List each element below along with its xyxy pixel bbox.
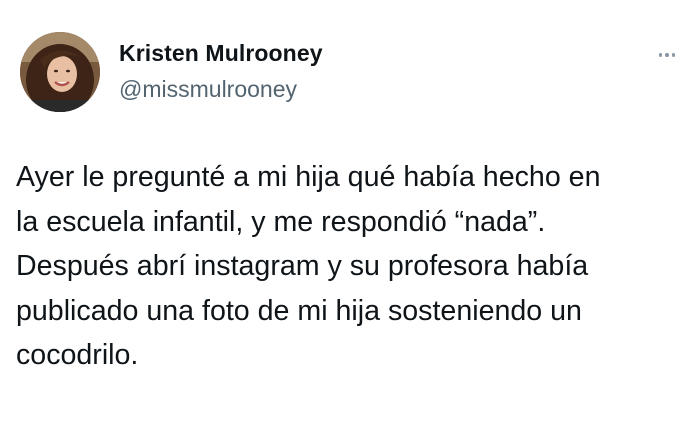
profile-photo-icon [20,32,100,112]
more-horizontal-icon [658,53,663,57]
more-horizontal-icon [671,53,676,57]
tweet-text-line: Después abrí instagram y su profesora ha… [16,250,589,282]
tweet-text-line: Ayer le pregunté a mi hija qué había hec… [16,161,601,193]
tweet-text-line: la escuela infantil, y me respondió “nad… [16,205,546,238]
more-options-button[interactable] [652,44,682,66]
author-display-name[interactable]: Kristen Mulrooney [119,40,323,67]
tweet-card: Kristen Mulrooney @missmulrooney Ayer le… [0,0,700,435]
tweet-text: Ayer le pregunté a mi hija qué había hec… [16,155,692,378]
avatar[interactable] [20,32,100,112]
more-horizontal-icon [665,53,669,57]
author-handle[interactable]: @missmulrooney [119,76,297,103]
tweet-text-line: cocodrilo. [16,339,139,371]
tweet-text-line: publicado una foto de mi hija sosteniend… [16,294,582,327]
